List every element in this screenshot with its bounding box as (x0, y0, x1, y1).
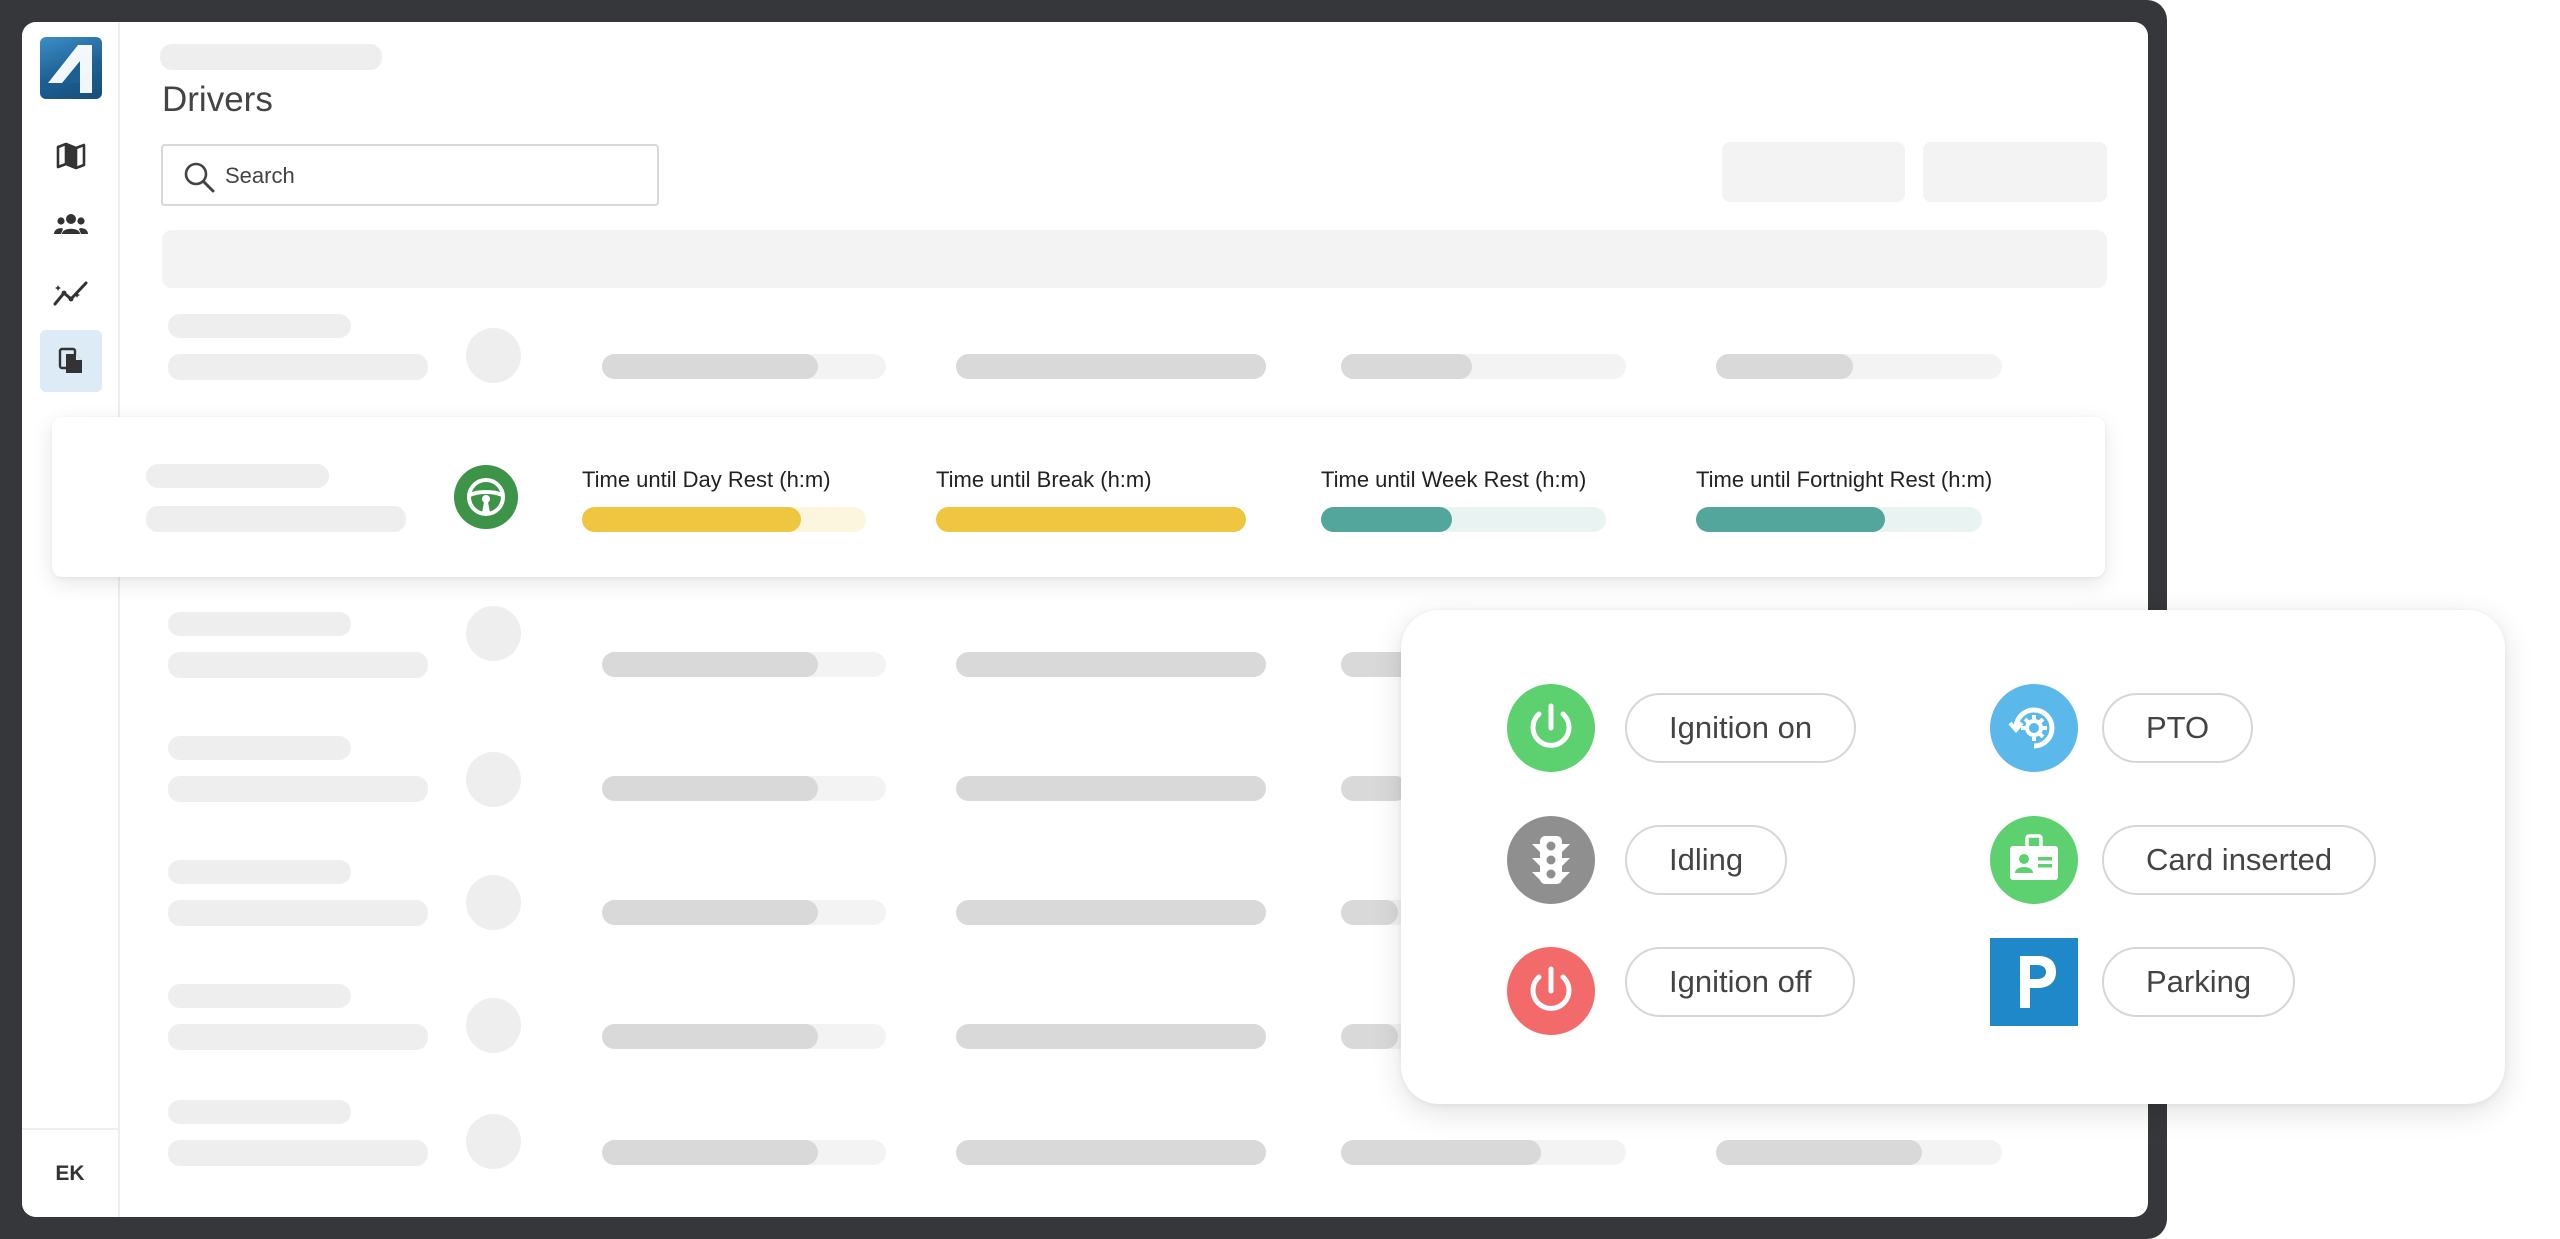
row-text-placeholder (168, 1024, 428, 1050)
rest-progress-bar (1696, 507, 1982, 532)
driver-detail-placeholder (146, 506, 406, 532)
progress-bar-placeholder (602, 900, 886, 925)
rest-progress-bar (1321, 507, 1606, 532)
user-avatar[interactable]: EK (22, 1162, 118, 1186)
action-button-placeholder[interactable] (1722, 142, 1905, 202)
row-text-placeholder (168, 612, 351, 636)
status-icon-placeholder (466, 998, 521, 1053)
map-icon (56, 142, 86, 170)
action-button-placeholder[interactable] (1923, 142, 2107, 202)
sidebar-item-drivers[interactable] (40, 194, 102, 256)
analytics-icon (53, 281, 88, 306)
row-text-placeholder (168, 776, 428, 802)
progress-bar-placeholder (956, 652, 1266, 677)
table-header-placeholder (162, 230, 2107, 288)
status-icon-placeholder (466, 328, 521, 383)
progress-bar-placeholder (602, 1140, 886, 1165)
progress-bar-placeholder (602, 1024, 886, 1049)
breadcrumb-placeholder (160, 44, 382, 70)
progress-bar-placeholder (1341, 354, 1626, 379)
progress-bar-placeholder (1716, 1140, 2002, 1165)
sidebar-item-map[interactable] (40, 125, 102, 187)
sidebar: EK (22, 22, 120, 1217)
status-icon-placeholder (466, 875, 521, 930)
search-input[interactable] (223, 158, 647, 194)
rest-progress-fill (1321, 507, 1453, 532)
id-card-icon (1990, 816, 2078, 904)
search-icon (184, 162, 215, 193)
progress-bar-placeholder (602, 354, 886, 379)
status-icon-placeholder (466, 752, 521, 807)
pto-gear-icon (1990, 684, 2078, 772)
row-text-placeholder (168, 860, 351, 884)
rest-progress-bar (936, 507, 1246, 532)
sidebar-item-documents[interactable] (40, 330, 102, 392)
progress-bar-placeholder (1341, 1140, 1626, 1165)
rest-progress-fill (582, 507, 801, 532)
driver-name-placeholder (146, 464, 329, 488)
traffic-light-icon (1507, 816, 1595, 904)
row-text-placeholder (168, 1100, 351, 1124)
row-text-placeholder (168, 900, 428, 926)
metric-label: Time until Week Rest (h:m) (1321, 467, 1587, 492)
steering-wheel-icon (467, 478, 505, 516)
row-text-placeholder (168, 314, 351, 338)
driving-status-badge (454, 465, 518, 529)
row-text-placeholder (168, 354, 428, 380)
progress-bar-placeholder (602, 652, 886, 677)
progress-bar-placeholder (602, 776, 886, 801)
page-title: Drivers (162, 80, 273, 119)
sidebar-divider (22, 1128, 118, 1130)
rest-progress-fill (936, 507, 1246, 532)
rest-progress-bar (582, 507, 866, 532)
highlighted-driver-row[interactable]: Time until Day Rest (h:m) Time until Brea… (52, 417, 2105, 577)
progress-bar-placeholder (1716, 354, 2002, 379)
search-box[interactable] (161, 144, 659, 206)
progress-bar-placeholder (956, 776, 1266, 801)
ignition-off-icon (1507, 947, 1595, 1035)
progress-bar-placeholder (956, 1024, 1266, 1049)
row-text-placeholder (168, 1140, 428, 1166)
metric-label: Time until Day Rest (h:m) (582, 467, 831, 492)
documents-icon (58, 347, 82, 373)
legend-label-ignition-off: Ignition off (1625, 947, 1856, 1017)
legend-label-idling: Idling (1625, 825, 1788, 895)
app-logo[interactable] (40, 37, 102, 99)
row-text-placeholder (168, 736, 351, 760)
progress-bar-placeholder (956, 354, 1266, 379)
sidebar-item-analytics[interactable] (40, 262, 102, 324)
users-icon (54, 214, 88, 234)
parking-icon (1990, 938, 2078, 1026)
legend-label-card-inserted: Card inserted (2102, 825, 2377, 895)
metric-label: Time until Fortnight Rest (h:m) (1696, 467, 1993, 492)
legend-label-ignition-on: Ignition on (1625, 693, 1857, 763)
row-text-placeholder (168, 984, 351, 1008)
status-icon-placeholder (466, 606, 521, 661)
progress-bar-placeholder (956, 1140, 1266, 1165)
row-text-placeholder (168, 652, 428, 678)
progress-bar-placeholder (956, 900, 1266, 925)
ignition-on-icon (1507, 684, 1595, 772)
metric-label: Time until Break (h:m) (936, 467, 1152, 492)
legend-label-parking: Parking (2102, 947, 2296, 1017)
rest-progress-fill (1696, 507, 1885, 532)
legend-label-pto: PTO (2102, 693, 2254, 763)
status-legend: Ignition on PTO Idling Card inserted Ign… (1401, 610, 2505, 1104)
status-icon-placeholder (466, 1114, 521, 1169)
